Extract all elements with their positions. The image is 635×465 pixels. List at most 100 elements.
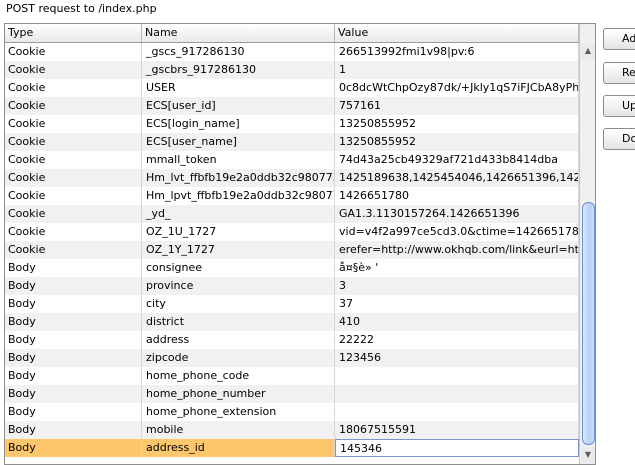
vertical-scrollbar[interactable]: ▲ ▼ <box>579 24 595 464</box>
scroll-up-arrow-icon[interactable]: ▲ <box>581 43 595 59</box>
cell-type[interactable]: Body <box>5 439 142 457</box>
cell-value[interactable]: 3 <box>335 277 579 295</box>
cell-value[interactable]: 13250855952 <box>335 133 579 151</box>
add-button[interactable]: Add <box>603 28 635 50</box>
cell-name[interactable]: _gscbrs_917286130 <box>142 61 335 79</box>
cell-name[interactable]: consignee <box>142 259 335 277</box>
cell-value[interactable]: 1425189638,1425454046,1426651396,142665.… <box>335 169 579 187</box>
cell-name[interactable]: ECS[login_name] <box>142 115 335 133</box>
cell-type[interactable]: Body <box>5 259 142 277</box>
table-row[interactable]: Body mobile 18067515591 <box>5 421 579 439</box>
table-row[interactable]: Body address_id 145346 <box>5 439 579 457</box>
cell-value[interactable]: 13250855952 <box>335 115 579 133</box>
table-row[interactable]: Cookie OZ_1U_1727 vid=v4f2a997ce5cd3.0&cti… <box>5 223 579 241</box>
cell-value[interactable]: 757161 <box>335 97 579 115</box>
cell-type[interactable]: Cookie <box>5 61 142 79</box>
cell-value[interactable]: å¤§è» ' <box>335 259 579 277</box>
cell-type[interactable]: Body <box>5 295 142 313</box>
table-row[interactable]: Cookie OZ_1Y_1727 erefer=http://www.okhqb.… <box>5 241 579 259</box>
cell-type[interactable]: Cookie <box>5 97 142 115</box>
cell-value[interactable]: 37 <box>335 295 579 313</box>
cell-name[interactable]: city <box>142 295 335 313</box>
cell-name[interactable]: zipcode <box>142 349 335 367</box>
cell-name[interactable]: Hm_lpvt_ffbfb19e2a0ddb32c98077... <box>142 187 335 205</box>
cell-value[interactable]: 266513992fmi1v98|pv:6 <box>335 43 579 61</box>
cell-type[interactable]: Cookie <box>5 205 142 223</box>
cell-value[interactable]: 22222 <box>335 331 579 349</box>
table-row[interactable]: Cookie _gscs_917286130 266513992fmi1v98|pv… <box>5 43 579 61</box>
cell-value[interactable]: 410 <box>335 313 579 331</box>
column-header-name[interactable]: Name <box>142 24 335 42</box>
cell-value[interactable] <box>335 385 579 403</box>
cell-type[interactable]: Body <box>5 331 142 349</box>
cell-name[interactable]: province <box>142 277 335 295</box>
cell-name[interactable]: USER <box>142 79 335 97</box>
scrollbar-thumb[interactable] <box>582 202 595 445</box>
cell-type[interactable]: Cookie <box>5 133 142 151</box>
remove-button[interactable]: Remove <box>603 62 635 84</box>
cell-name[interactable]: _yd_ <box>142 205 335 223</box>
table-row[interactable]: Cookie ECS[user_id] 757161 <box>5 97 579 115</box>
cell-value[interactable]: 0c8dcWtChpOzy87dk/+Jkly1qS7iFJCbA8yPhe..… <box>335 79 579 97</box>
cell-type[interactable]: Cookie <box>5 43 142 61</box>
up-button[interactable]: Up <box>603 95 635 117</box>
cell-name[interactable]: OZ_1U_1727 <box>142 223 335 241</box>
table-row[interactable]: Body address 22222 <box>5 331 579 349</box>
cell-name[interactable]: mobile <box>142 421 335 439</box>
column-header-value[interactable]: Value <box>335 24 579 42</box>
cell-name[interactable]: home_phone_number <box>142 385 335 403</box>
cell-value[interactable]: 1426651780 <box>335 187 579 205</box>
cell-type[interactable]: Cookie <box>5 79 142 97</box>
cell-value[interactable]: 123456 <box>335 349 579 367</box>
table-row[interactable]: Body district 410 <box>5 313 579 331</box>
column-header-type[interactable]: Type <box>5 24 142 42</box>
table-row[interactable]: Cookie mmall_token 74d43a25cb49329af721d43… <box>5 151 579 169</box>
table-row[interactable]: Cookie USER 0c8dcWtChpOzy87dk/+Jkly1qS7iFJ… <box>5 79 579 97</box>
cell-name[interactable]: OZ_1Y_1727 <box>142 241 335 259</box>
table-row[interactable]: Cookie _gscbrs_917286130 1 <box>5 61 579 79</box>
table-row[interactable]: Body province 3 <box>5 277 579 295</box>
cell-type[interactable]: Cookie <box>5 115 142 133</box>
cell-type[interactable]: Cookie <box>5 169 142 187</box>
table-row[interactable]: Cookie ECS[login_name] 13250855952 <box>5 115 579 133</box>
cell-type[interactable]: Body <box>5 421 142 439</box>
cell-value[interactable]: 145346 <box>335 439 579 457</box>
cell-name[interactable]: Hm_lvt_ffbfb19e2a0ddb32c980773... <box>142 169 335 187</box>
cell-name[interactable]: address_id <box>142 439 335 457</box>
cell-name[interactable]: _gscs_917286130 <box>142 43 335 61</box>
cell-value[interactable] <box>335 403 579 421</box>
table-row[interactable]: Body zipcode 123456 <box>5 349 579 367</box>
cell-type[interactable]: Body <box>5 367 142 385</box>
table-row[interactable]: Body home_phone_code <box>5 367 579 385</box>
cell-name[interactable]: district <box>142 313 335 331</box>
table-row[interactable]: Body home_phone_number <box>5 385 579 403</box>
scroll-down-arrow-icon[interactable]: ▼ <box>581 447 595 463</box>
cell-value[interactable]: 1 <box>335 61 579 79</box>
cell-value[interactable]: 74d43a25cb49329af721d433b8414dba <box>335 151 579 169</box>
cell-name[interactable]: ECS[user_name] <box>142 133 335 151</box>
cell-value[interactable] <box>335 367 579 385</box>
cell-value[interactable]: GA1.3.1130157264.1426651396 <box>335 205 579 223</box>
cell-type[interactable]: Cookie <box>5 223 142 241</box>
cell-value[interactable]: vid=v4f2a997ce5cd3.0&ctime=1426651786&lt… <box>335 223 579 241</box>
table-row[interactable]: Cookie Hm_lvt_ffbfb19e2a0ddb32c980773... 1… <box>5 169 579 187</box>
cell-type[interactable]: Cookie <box>5 187 142 205</box>
table-row[interactable]: Body city 37 <box>5 295 579 313</box>
cell-type[interactable]: Body <box>5 385 142 403</box>
cell-value[interactable]: 18067515591 <box>335 421 579 439</box>
table-row[interactable]: Cookie _yd_ GA1.3.1130157264.1426651396 <box>5 205 579 223</box>
cell-name[interactable]: ECS[user_id] <box>142 97 335 115</box>
table-row[interactable]: Cookie Hm_lpvt_ffbfb19e2a0ddb32c98077... 1… <box>5 187 579 205</box>
cell-type[interactable]: Body <box>5 313 142 331</box>
table-row[interactable]: Body consignee å¤§è» ' <box>5 259 579 277</box>
cell-type[interactable]: Body <box>5 349 142 367</box>
down-button[interactable]: Down <box>603 128 635 150</box>
cell-name[interactable]: home_phone_extension <box>142 403 335 421</box>
cell-name[interactable]: mmall_token <box>142 151 335 169</box>
table-row[interactable]: Body home_phone_extension <box>5 403 579 421</box>
cell-value[interactable]: erefer=http://www.okhqb.com/link&eurl=ht… <box>335 241 579 259</box>
cell-type[interactable]: Body <box>5 277 142 295</box>
cell-type[interactable]: Cookie <box>5 151 142 169</box>
cell-name[interactable]: address <box>142 331 335 349</box>
cell-name[interactable]: home_phone_code <box>142 367 335 385</box>
